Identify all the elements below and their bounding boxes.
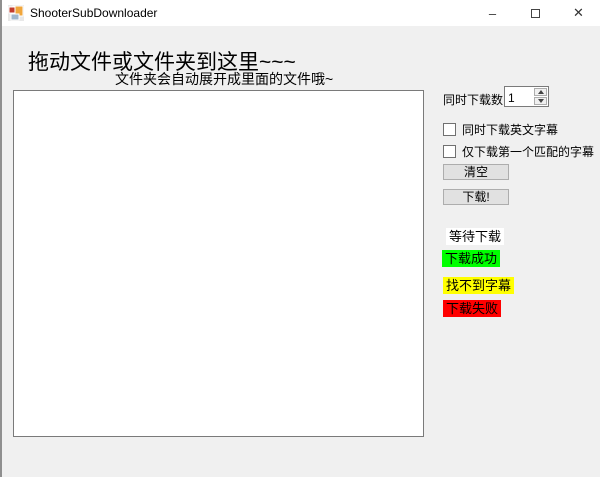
spinner-down-button[interactable]	[534, 97, 547, 105]
concurrent-downloads-label: 同时下载数	[443, 91, 503, 108]
maximize-icon[interactable]	[514, 0, 557, 26]
close-icon[interactable]: ✕	[557, 0, 600, 26]
titlebar[interactable]: ShooterSubDownloader – ✕	[2, 0, 600, 26]
drag-drop-subheading: 文件夹会自动展开成里面的文件哦~	[115, 69, 333, 89]
app-window: ShooterSubDownloader – ✕ 拖动文件或文件夹到这里~~~ …	[0, 0, 600, 477]
status-label-waiting: 等待下载	[446, 228, 504, 245]
concurrent-downloads-input[interactable]	[505, 87, 533, 106]
concurrent-downloads-stepper[interactable]	[504, 86, 549, 107]
app-icon	[8, 5, 24, 21]
download-button[interactable]: 下载!	[443, 189, 509, 205]
status-label-failed: 下载失败	[443, 300, 501, 317]
spinner-up-button[interactable]	[534, 88, 547, 96]
chevron-down-icon	[538, 99, 544, 103]
chevron-up-icon	[538, 90, 544, 94]
checkbox-label: 同时下载英文字幕	[462, 121, 558, 138]
checkbox-icon[interactable]	[443, 123, 456, 136]
clear-button[interactable]: 清空	[443, 164, 509, 180]
maximize-glyph	[531, 9, 540, 18]
status-label-success: 下载成功	[442, 250, 500, 267]
checkbox-first-match-only[interactable]: 仅下载第一个匹配的字幕	[443, 143, 594, 160]
stepper-spinner	[533, 87, 548, 106]
checkbox-english-subtitles[interactable]: 同时下载英文字幕	[443, 121, 558, 138]
checkbox-label: 仅下载第一个匹配的字幕	[462, 143, 594, 160]
file-listbox[interactable]	[13, 90, 424, 437]
window-left-edge	[0, 0, 2, 477]
checkbox-icon[interactable]	[443, 145, 456, 158]
status-label-subtitle-not-found: 找不到字幕	[443, 277, 514, 294]
caption-buttons: – ✕	[471, 0, 600, 26]
minimize-icon[interactable]: –	[471, 0, 514, 26]
window-title: ShooterSubDownloader	[30, 6, 157, 20]
